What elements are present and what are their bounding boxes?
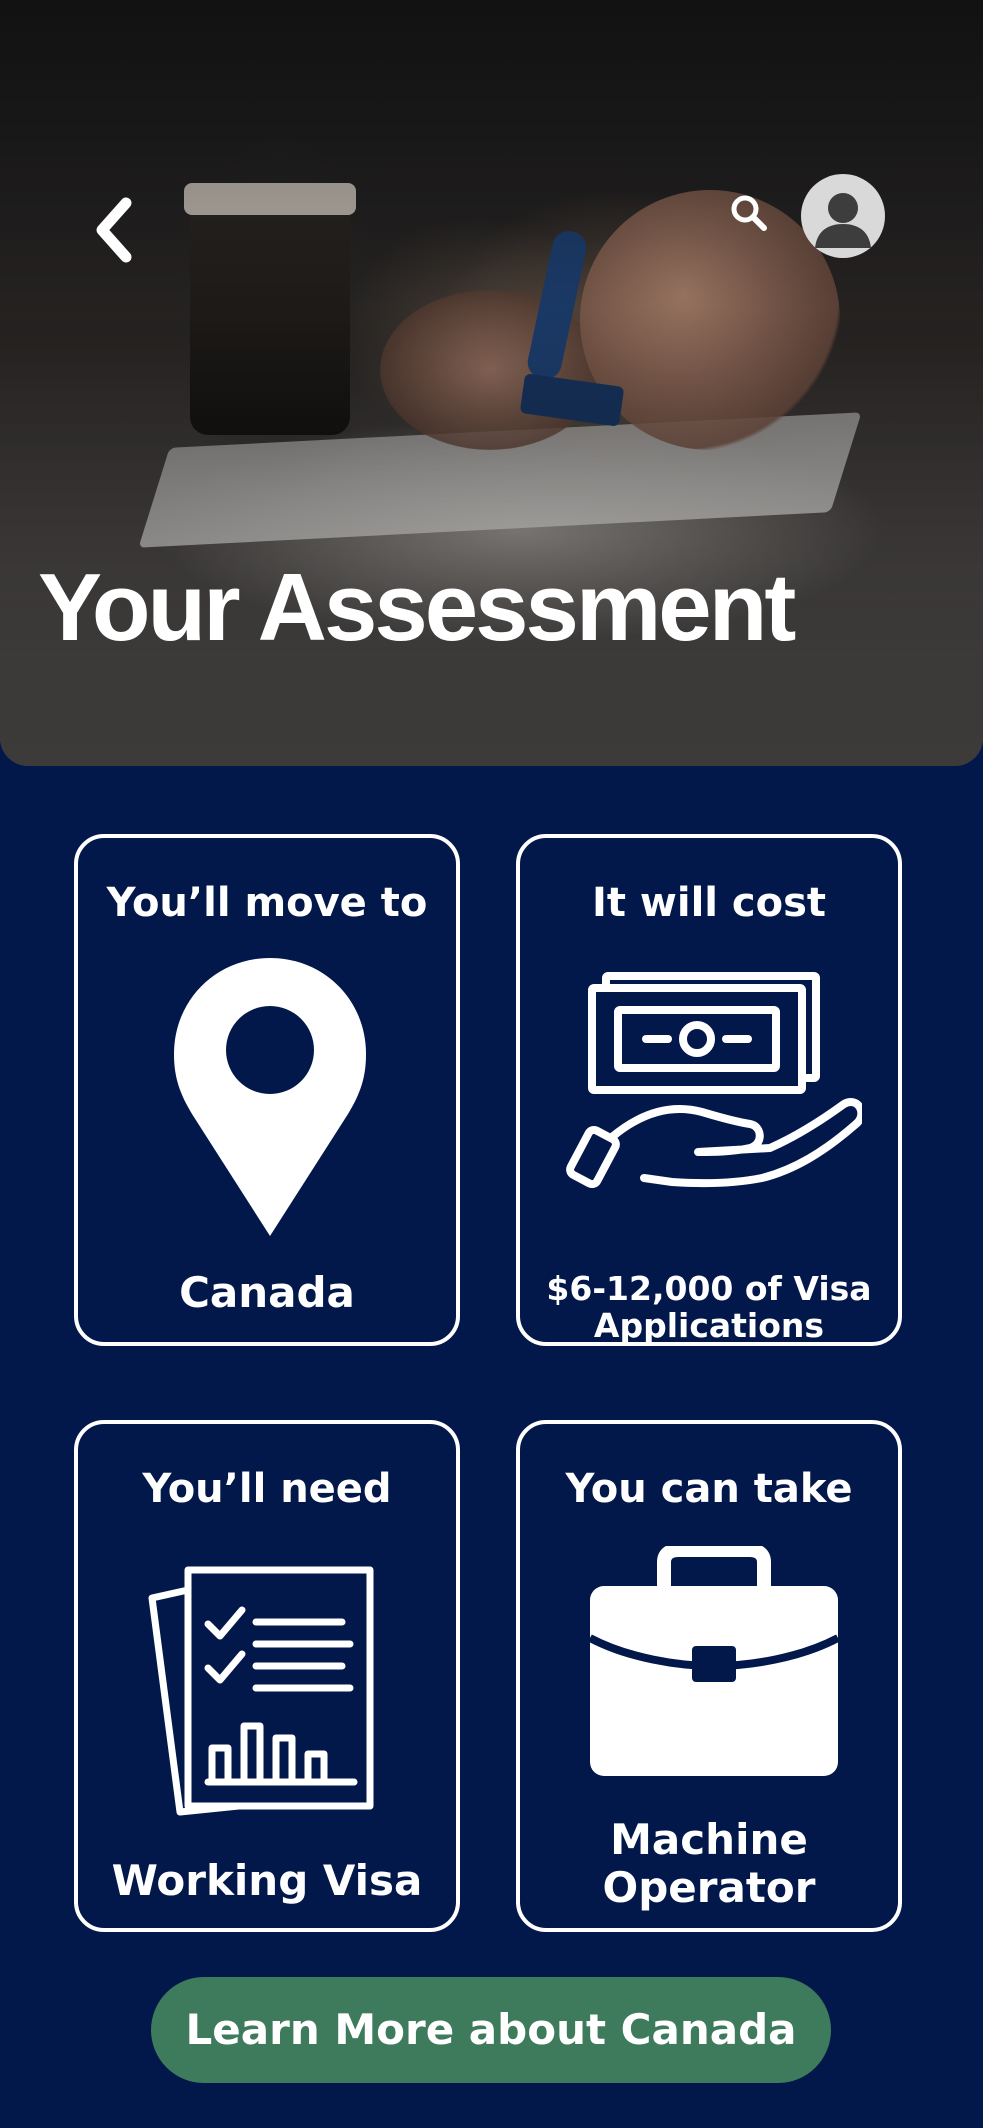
job-card: You can take Machine Operator	[516, 1420, 902, 1932]
search-button[interactable]	[728, 192, 770, 234]
briefcase-icon	[588, 1546, 840, 1776]
destination-card: You’ll move to Canada	[74, 834, 460, 1346]
card-title: You’ll need	[142, 1466, 392, 1512]
destination-value: Canada	[179, 1268, 355, 1317]
job-value-line1: Machine	[610, 1815, 808, 1864]
search-icon	[731, 195, 767, 231]
money-hand-icon	[566, 972, 862, 1189]
back-button[interactable]	[88, 195, 144, 265]
page-title: Your Assessment	[38, 554, 796, 661]
cost-card: It will cost $6-12,000 of Visa Applicati…	[516, 834, 902, 1346]
avatar[interactable]	[801, 174, 885, 258]
requirement-value: Working Visa	[111, 1856, 423, 1905]
chevron-left-icon	[96, 197, 132, 263]
card-title: You’ll move to	[106, 880, 428, 926]
location-pin-icon	[174, 958, 366, 1236]
card-title: It will cost	[591, 880, 827, 926]
learn-more-button[interactable]: Learn More about Canada	[151, 1977, 831, 2083]
user-avatar-icon	[815, 193, 871, 248]
cost-value-line2: Applications	[593, 1306, 825, 1345]
job-value-line2: Operator	[602, 1863, 816, 1912]
card-title: You can take	[565, 1466, 853, 1512]
requirement-card: You’ll need Working Visa	[74, 1420, 460, 1932]
checklist-document-icon	[148, 1566, 374, 1816]
cost-value-line1: $6-12,000 of Visa	[546, 1269, 872, 1308]
